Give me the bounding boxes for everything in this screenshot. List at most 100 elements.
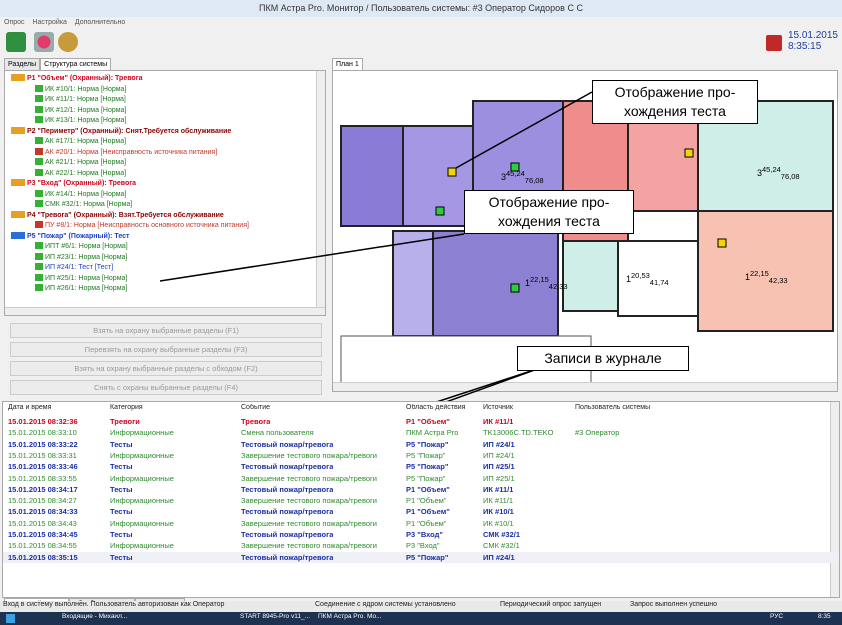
table-row[interactable]: 15.01.2015 08:34:17 Тесты Тестовый пожар/т… bbox=[3, 484, 839, 495]
cell-area: P1 "Объем" bbox=[406, 507, 450, 517]
callout-journal-entries: Записи в журнале bbox=[517, 346, 689, 371]
cell-ev: Тревога bbox=[241, 417, 271, 426]
cell-dt: 15.01.2015 08:32:36 bbox=[8, 417, 78, 426]
cell-src: ИП #25/1 bbox=[483, 462, 515, 472]
language-indicator[interactable]: РУС bbox=[770, 613, 783, 620]
cell-cat: Информационные bbox=[110, 496, 174, 506]
table-row[interactable]: 15.01.2015 08:34:27 Информационные Заверше… bbox=[3, 495, 839, 506]
callout-test-display-2: Отображение про- хождения теста bbox=[464, 190, 634, 234]
cell-dt: 15.01.2015 08:34:27 bbox=[8, 496, 77, 506]
cell-dt: 15.01.2015 08:33:10 bbox=[8, 428, 77, 438]
col-user[interactable]: Пользователь системы bbox=[575, 404, 650, 411]
table-row[interactable]: 15.01.2015 08:35:15 Тесты Тестовый пожар/т… bbox=[3, 551, 839, 563]
callout-test-display-1: Отображение про- хождения теста bbox=[592, 80, 758, 124]
cell-area: P5 "Пожар" bbox=[406, 462, 449, 472]
cell-ev: Тестовый пожар/тревога bbox=[241, 462, 334, 472]
table-row[interactable]: 15.01.2015 08:33:31 Информационные Заверше… bbox=[3, 450, 839, 461]
cell-cat: Тесты bbox=[110, 462, 133, 472]
taskbar: Входящие - Михаил... START 8945-Pro v11_… bbox=[0, 612, 842, 625]
cell-ev: Смена пользователя bbox=[241, 428, 314, 438]
start-icon[interactable] bbox=[6, 614, 15, 623]
cell-area: P5 "Пожар" bbox=[406, 552, 449, 562]
status-login: Вход в систему выполнен. Пользователь ав… bbox=[3, 601, 225, 608]
cell-cat: Тесты bbox=[110, 552, 133, 562]
status-request: Запрос выполнен успешно bbox=[630, 601, 718, 608]
cell-ev: Завершение тестового пожара/тревоги bbox=[241, 541, 377, 551]
cell-ev: Завершение тестового пожара/тревоги bbox=[241, 496, 377, 506]
table-row[interactable]: 15.01.2015 08:34:43 Информационные Заверше… bbox=[3, 518, 839, 529]
cell-area: ПКМ Астра Pro bbox=[406, 428, 459, 438]
cell-src: ИП #24/1 bbox=[483, 450, 515, 460]
cell-ev: Завершение тестового пожара/тревоги bbox=[241, 473, 377, 483]
cell-dt: 15.01.2015 08:34:43 bbox=[8, 518, 77, 528]
cell-dt: 15.01.2015 08:33:31 bbox=[8, 450, 77, 460]
cell-src: ИК #10/1 bbox=[483, 518, 514, 528]
cell-ev: Тестовый пожар/тревога bbox=[241, 507, 334, 517]
status-connection: Соединение с ядром системы установлено bbox=[315, 601, 456, 608]
table-row[interactable]: 15.01.2015 08:34:55 Информационные Заверше… bbox=[3, 540, 839, 551]
cell-cat: Тесты bbox=[110, 484, 133, 494]
taskbar-clock: 8:35 bbox=[818, 613, 831, 620]
cell-area: P3 "Вход" bbox=[406, 541, 440, 551]
col-source[interactable]: Источник bbox=[483, 404, 513, 411]
cell-src: ИП #24/1 bbox=[483, 439, 515, 449]
taskbar-item-mail[interactable]: Входящие - Михаил... bbox=[62, 613, 127, 620]
cell-src: СМК #32/1 bbox=[483, 530, 520, 539]
table-row[interactable]: 15.01.2015 08:34:33 Тесты Тестовый пожар/т… bbox=[3, 506, 839, 517]
col-datetime[interactable]: Дата и время bbox=[8, 404, 51, 411]
cell-src: ИК #11/1 bbox=[483, 496, 514, 506]
cell-area: P5 "Пожар" bbox=[406, 450, 446, 460]
cell-area: P1 "Объем" bbox=[406, 417, 450, 426]
cell-user: #3 Оператор bbox=[575, 428, 620, 438]
col-category[interactable]: Категория bbox=[110, 404, 143, 411]
taskbar-item-start[interactable]: START 8945-Pro v11_... bbox=[240, 613, 310, 620]
cell-dt: 15.01.2015 08:34:17 bbox=[8, 484, 78, 494]
cell-cat: Тесты bbox=[110, 530, 133, 539]
cell-ev: Тестовый пожар/тревога bbox=[241, 484, 334, 494]
cell-src: ИК #11/1 bbox=[483, 484, 514, 494]
cell-src: ИП #24/1 bbox=[483, 552, 515, 562]
col-event[interactable]: Событие bbox=[241, 404, 270, 411]
cell-ev: Тестовый пожар/тревога bbox=[241, 530, 334, 539]
table-row[interactable]: 15.01.2015 08:33:10 Информационные Смена п… bbox=[3, 427, 839, 438]
cell-cat: Информационные bbox=[110, 473, 174, 483]
cell-dt: 15.01.2015 08:33:22 bbox=[8, 439, 78, 449]
col-area[interactable]: Область действия bbox=[406, 404, 465, 411]
cell-ev: Тестовый пожар/тревога bbox=[241, 552, 334, 562]
cell-ev: Тестовый пожар/тревога bbox=[241, 439, 334, 449]
cell-dt: 15.01.2015 08:34:33 bbox=[8, 507, 78, 517]
cell-area: P3 "Вход" bbox=[406, 530, 443, 539]
table-row[interactable]: 15.01.2015 08:32:36 Тревоги Тревога P1 "Объ… bbox=[3, 416, 839, 427]
cell-cat: Информационные bbox=[110, 450, 174, 460]
status-polling: Периодический опрос запущен bbox=[500, 601, 602, 608]
cell-area: P5 "Пожар" bbox=[406, 473, 446, 483]
cell-ev: Завершение тестового пожара/тревоги bbox=[241, 518, 377, 528]
cell-area: P1 "Объем" bbox=[406, 484, 450, 494]
cell-cat: Информационные bbox=[110, 428, 174, 438]
cell-dt: 15.01.2015 08:33:55 bbox=[8, 473, 77, 483]
cell-src: TK13006C.TD.TEKO bbox=[483, 428, 554, 438]
cell-dt: 15.01.2015 08:35:15 bbox=[8, 552, 78, 562]
cell-dt: 15.01.2015 08:34:55 bbox=[8, 541, 77, 551]
cell-dt: 15.01.2015 08:33:46 bbox=[8, 462, 78, 472]
cell-src: ИК #10/1 bbox=[483, 507, 514, 517]
cell-cat: Информационные bbox=[110, 518, 174, 528]
cell-cat: Тесты bbox=[110, 507, 133, 517]
cell-cat: Тесты bbox=[110, 439, 133, 449]
taskbar-item-pkm[interactable]: ПКМ Астра Pro. Мо... bbox=[318, 613, 382, 620]
cell-src: ИП #25/1 bbox=[483, 473, 515, 483]
cell-cat: Тревоги bbox=[110, 417, 140, 426]
cell-dt: 15.01.2015 08:34:45 bbox=[8, 530, 78, 539]
cell-area: P1 "Объем" bbox=[406, 518, 447, 528]
cell-area: P1 "Объем" bbox=[406, 496, 447, 506]
cell-cat: Информационные bbox=[110, 541, 174, 551]
table-row[interactable]: 15.01.2015 08:33:55 Информационные Заверше… bbox=[3, 473, 839, 484]
cell-ev: Завершение тестового пожара/тревоги bbox=[241, 450, 377, 460]
cell-area: P5 "Пожар" bbox=[406, 439, 449, 449]
table-row[interactable]: 15.01.2015 08:33:22 Тесты Тестовый пожар/т… bbox=[3, 439, 839, 450]
table-row[interactable]: 15.01.2015 08:33:46 Тесты Тестовый пожар/т… bbox=[3, 461, 839, 472]
cell-src: СМК #32/1 bbox=[483, 541, 520, 551]
status-bar: Вход в систему выполнен. Пользователь ав… bbox=[0, 601, 842, 612]
cell-src: ИК #11/1 bbox=[483, 417, 514, 426]
table-row[interactable]: 15.01.2015 08:34:45 Тесты Тестовый пожар/т… bbox=[3, 529, 839, 540]
